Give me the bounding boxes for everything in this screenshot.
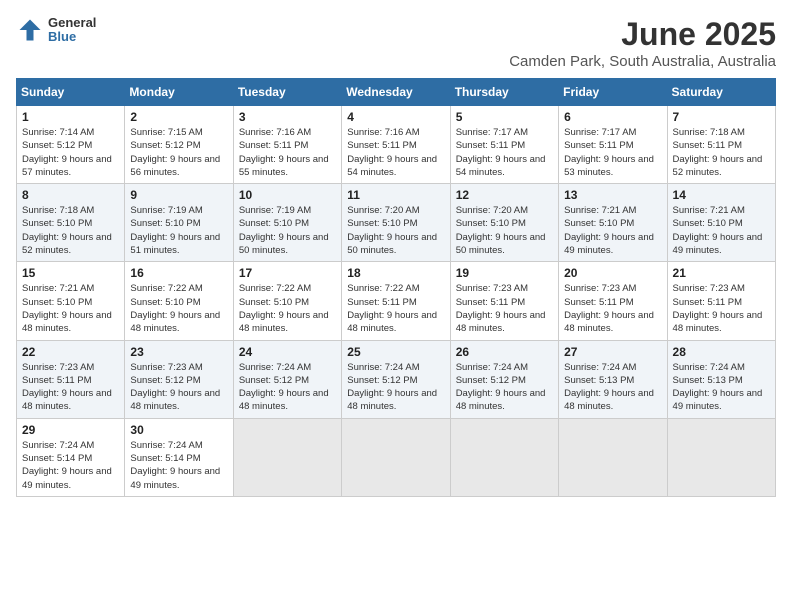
logo-icon bbox=[16, 16, 44, 44]
col-sunday: Sunday bbox=[17, 79, 125, 106]
calendar-row-5: 29 Sunrise: 7:24 AMSunset: 5:14 PMDaylig… bbox=[17, 418, 776, 496]
day-25: 25 Sunrise: 7:24 AMSunset: 5:12 PMDaylig… bbox=[342, 340, 450, 418]
day-26: 26 Sunrise: 7:24 AMSunset: 5:12 PMDaylig… bbox=[450, 340, 558, 418]
sub-title: Camden Park, South Australia, Australia bbox=[509, 53, 776, 70]
calendar-table: Sunday Monday Tuesday Wednesday Thursday… bbox=[16, 78, 776, 497]
empty-cell-5 bbox=[667, 418, 775, 496]
day-7: 7 Sunrise: 7:18 AMSunset: 5:11 PMDayligh… bbox=[667, 106, 775, 184]
header: General Blue June 2025 Camden Park, Sout… bbox=[16, 16, 776, 70]
day-28: 28 Sunrise: 7:24 AMSunset: 5:13 PMDaylig… bbox=[667, 340, 775, 418]
day-6: 6 Sunrise: 7:17 AMSunset: 5:11 PMDayligh… bbox=[559, 106, 667, 184]
day-27: 27 Sunrise: 7:24 AMSunset: 5:13 PMDaylig… bbox=[559, 340, 667, 418]
empty-cell-2 bbox=[342, 418, 450, 496]
col-thursday: Thursday bbox=[450, 79, 558, 106]
day-24: 24 Sunrise: 7:24 AMSunset: 5:12 PMDaylig… bbox=[233, 340, 341, 418]
day-19: 19 Sunrise: 7:23 AMSunset: 5:11 PMDaylig… bbox=[450, 262, 558, 340]
day-22: 22 Sunrise: 7:23 AMSunset: 5:11 PMDaylig… bbox=[17, 340, 125, 418]
logo-text: General Blue bbox=[48, 16, 96, 45]
day-10: 10 Sunrise: 7:19 AMSunset: 5:10 PMDaylig… bbox=[233, 184, 341, 262]
col-friday: Friday bbox=[559, 79, 667, 106]
calendar-row-3: 15 Sunrise: 7:21 AMSunset: 5:10 PMDaylig… bbox=[17, 262, 776, 340]
main-title: June 2025 bbox=[509, 16, 776, 53]
day-20: 20 Sunrise: 7:23 AMSunset: 5:11 PMDaylig… bbox=[559, 262, 667, 340]
day-9: 9 Sunrise: 7:19 AMSunset: 5:10 PMDayligh… bbox=[125, 184, 233, 262]
day-11: 11 Sunrise: 7:20 AMSunset: 5:10 PMDaylig… bbox=[342, 184, 450, 262]
day-21: 21 Sunrise: 7:23 AMSunset: 5:11 PMDaylig… bbox=[667, 262, 775, 340]
col-wednesday: Wednesday bbox=[342, 79, 450, 106]
calendar-row-1: 1 Sunrise: 7:14 AMSunset: 5:12 PMDayligh… bbox=[17, 106, 776, 184]
empty-cell-4 bbox=[559, 418, 667, 496]
logo: General Blue bbox=[16, 16, 96, 45]
day-5: 5 Sunrise: 7:17 AMSunset: 5:11 PMDayligh… bbox=[450, 106, 558, 184]
day-3: 3 Sunrise: 7:16 AMSunset: 5:11 PMDayligh… bbox=[233, 106, 341, 184]
col-tuesday: Tuesday bbox=[233, 79, 341, 106]
day-13: 13 Sunrise: 7:21 AMSunset: 5:10 PMDaylig… bbox=[559, 184, 667, 262]
col-saturday: Saturday bbox=[667, 79, 775, 106]
day-18: 18 Sunrise: 7:22 AMSunset: 5:11 PMDaylig… bbox=[342, 262, 450, 340]
day-4: 4 Sunrise: 7:16 AMSunset: 5:11 PMDayligh… bbox=[342, 106, 450, 184]
day-1: 1 Sunrise: 7:14 AMSunset: 5:12 PMDayligh… bbox=[17, 106, 125, 184]
empty-cell-3 bbox=[450, 418, 558, 496]
day-16: 16 Sunrise: 7:22 AMSunset: 5:10 PMDaylig… bbox=[125, 262, 233, 340]
calendar-header-row: Sunday Monday Tuesday Wednesday Thursday… bbox=[17, 79, 776, 106]
day-30: 30 Sunrise: 7:24 AMSunset: 5:14 PMDaylig… bbox=[125, 418, 233, 496]
day-29: 29 Sunrise: 7:24 AMSunset: 5:14 PMDaylig… bbox=[17, 418, 125, 496]
logo-blue-text: Blue bbox=[48, 30, 96, 44]
day-2: 2 Sunrise: 7:15 AMSunset: 5:12 PMDayligh… bbox=[125, 106, 233, 184]
calendar-row-4: 22 Sunrise: 7:23 AMSunset: 5:11 PMDaylig… bbox=[17, 340, 776, 418]
empty-cell-1 bbox=[233, 418, 341, 496]
day-14: 14 Sunrise: 7:21 AMSunset: 5:10 PMDaylig… bbox=[667, 184, 775, 262]
calendar-row-2: 8 Sunrise: 7:18 AMSunset: 5:10 PMDayligh… bbox=[17, 184, 776, 262]
day-15: 15 Sunrise: 7:21 AMSunset: 5:10 PMDaylig… bbox=[17, 262, 125, 340]
day-12: 12 Sunrise: 7:20 AMSunset: 5:10 PMDaylig… bbox=[450, 184, 558, 262]
title-area: June 2025 Camden Park, South Australia, … bbox=[509, 16, 776, 70]
day-8: 8 Sunrise: 7:18 AMSunset: 5:10 PMDayligh… bbox=[17, 184, 125, 262]
logo-general-text: General bbox=[48, 16, 96, 30]
day-23: 23 Sunrise: 7:23 AMSunset: 5:12 PMDaylig… bbox=[125, 340, 233, 418]
col-monday: Monday bbox=[125, 79, 233, 106]
day-17: 17 Sunrise: 7:22 AMSunset: 5:10 PMDaylig… bbox=[233, 262, 341, 340]
